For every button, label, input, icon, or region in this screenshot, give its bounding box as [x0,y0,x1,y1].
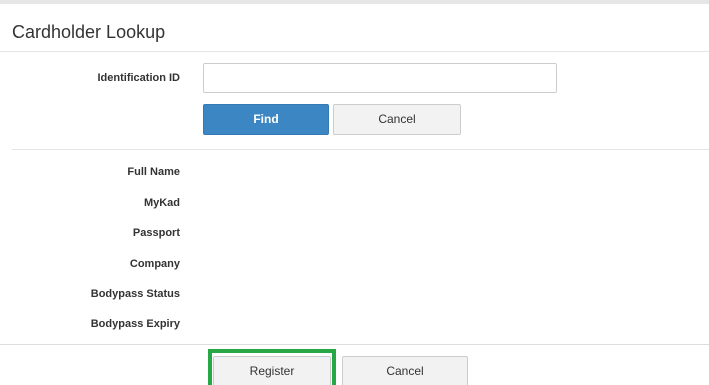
identification-id-label: Identification ID [97,72,181,84]
passport-label: Passport [132,227,180,239]
bodypass-expiry-label: Bodypass Expiry [90,318,180,330]
find-button[interactable]: Find [203,104,329,135]
cardholder-lookup-page: Cardholder Lookup Identification ID Find… [0,0,709,385]
full-name-label: Full Name [127,166,180,178]
page-title: Cardholder Lookup [12,22,166,42]
footer-divider [0,344,709,345]
register-highlight-box [208,349,336,385]
mykad-label: MyKad [143,197,180,209]
identification-id-input[interactable] [203,63,557,93]
lookup-cancel-button[interactable]: Cancel [333,104,461,135]
bodypass-status-label: Bodypass Status [90,288,180,300]
footer-cancel-button[interactable]: Cancel [342,356,468,385]
company-label: Company [129,258,180,270]
panel-header: Cardholder Lookup [0,8,709,52]
section-divider [12,149,709,150]
